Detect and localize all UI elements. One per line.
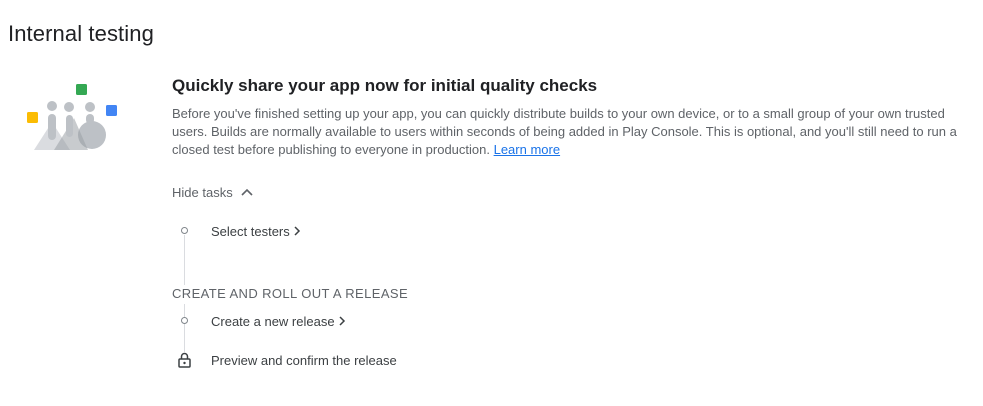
card-description: Before you've finished setting up your a… xyxy=(172,105,967,159)
create-release-task[interactable]: Create a new release xyxy=(211,311,346,331)
card-title: Quickly share your app now for initial q… xyxy=(172,76,598,95)
timeline-connector xyxy=(184,304,185,352)
internal-testing-page: Internal testing Quickly share your app … xyxy=(0,0,983,406)
hide-tasks-toggle[interactable]: Hide tasks xyxy=(172,182,253,202)
chevron-right-icon xyxy=(339,316,345,326)
shapes-illustration-icon xyxy=(27,84,117,150)
select-testers-task[interactable]: Select testers xyxy=(211,221,301,241)
select-testers-label: Select testers xyxy=(211,223,290,239)
section-heading: CREATE AND ROLL OUT A RELEASE xyxy=(172,286,409,301)
page-title: Internal testing xyxy=(8,20,154,46)
create-release-label: Create a new release xyxy=(211,313,335,329)
circle-icon xyxy=(181,227,188,234)
quick-share-card: Quickly share your app now for initial q… xyxy=(172,74,967,159)
hide-tasks-label: Hide tasks xyxy=(172,184,233,200)
lock-icon xyxy=(178,352,191,368)
chevron-up-icon xyxy=(241,188,253,196)
description-text: Before you've finished setting up your a… xyxy=(172,106,957,157)
preview-release-label: Preview and confirm the release xyxy=(211,352,397,368)
preview-release-task: Preview and confirm the release xyxy=(211,350,397,370)
chevron-right-icon xyxy=(294,226,300,236)
circle-icon xyxy=(181,317,188,324)
learn-more-link[interactable]: Learn more xyxy=(494,142,560,157)
timeline-connector xyxy=(184,235,185,285)
